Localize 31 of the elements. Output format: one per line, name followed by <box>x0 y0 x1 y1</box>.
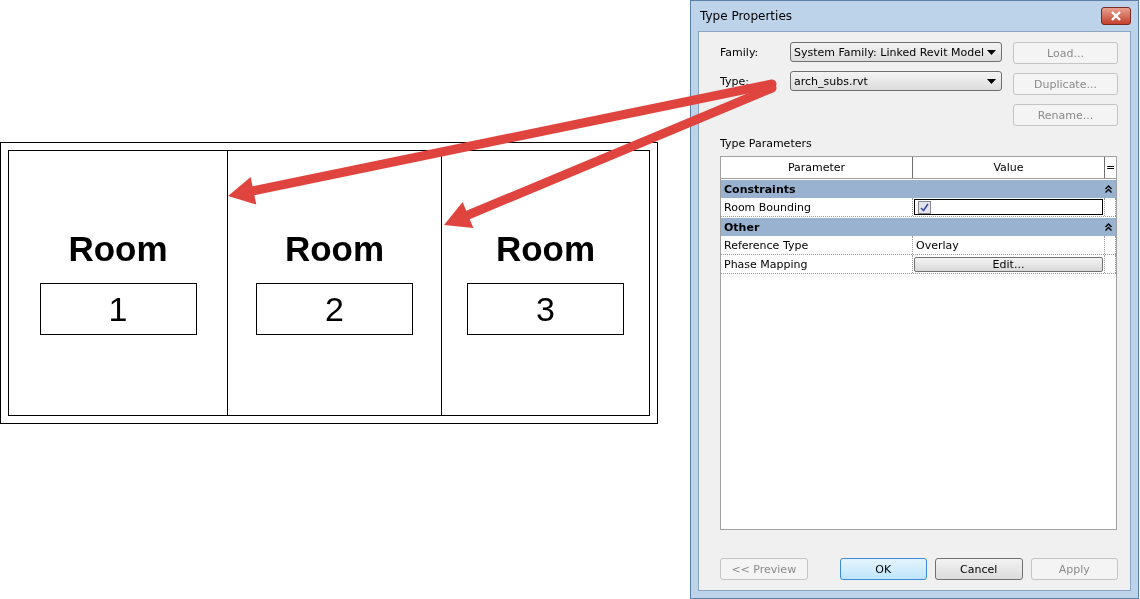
collapse-icon[interactable] <box>1105 223 1112 231</box>
dropdown[interactable]: System Family: Linked Revit Model <box>790 42 1002 62</box>
close-icon <box>1110 11 1122 21</box>
caret-icon <box>987 78 996 84</box>
dropdown[interactable]: arch_subs.rvt <box>790 71 1002 91</box>
parameter-value: Overlay <box>916 238 959 252</box>
group-header[interactable]: Constraints <box>721 180 1116 198</box>
column-header[interactable]: Parameter <box>721 157 913 178</box>
field-label: Family: <box>720 45 760 59</box>
parameter-name: Reference Type <box>721 236 913 254</box>
section-label: Type Parameters <box>720 137 813 150</box>
dialog-button[interactable]: OK <box>839 558 927 580</box>
room-label: Room <box>68 229 168 269</box>
room-label: Room <box>495 229 596 269</box>
room-number: 1 <box>39 283 197 335</box>
window-title: Type Properties <box>699 9 793 23</box>
checkbox[interactable] <box>918 200 931 214</box>
room-number: 3 <box>467 283 624 335</box>
dialog-button[interactable]: Cancel <box>935 558 1023 580</box>
collapse-icon[interactable] <box>1105 185 1112 193</box>
group-header[interactable]: Other <box>721 218 1116 236</box>
room-label: Room <box>284 229 385 269</box>
field-label: Type: <box>720 74 750 88</box>
caret-icon <box>987 49 996 55</box>
close-button[interactable] <box>1101 7 1131 25</box>
column-header[interactable]: Value <box>913 157 1105 178</box>
parameter-name: Room Bounding <box>721 198 913 216</box>
room-number: 2 <box>256 283 413 335</box>
column-header[interactable]: = <box>1105 157 1116 178</box>
parameter-name: Phase Mapping <box>721 255 913 273</box>
edit-button[interactable]: Edit... <box>914 256 1103 272</box>
